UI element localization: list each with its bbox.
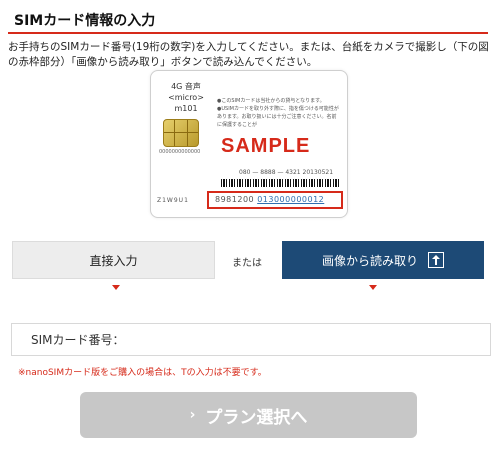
serial-number: 8981200 013000000012	[215, 195, 324, 204]
plan-select-label: プラン選択へ	[205, 407, 308, 428]
sim-card-notes: ●このSIMカードは当社からの貸与となります。●USIMカードを取り外す際に、指…	[217, 98, 339, 128]
sim-type-label: 4G 音声 <micro> m101	[161, 81, 211, 114]
section-header: SIMカード情報の入力	[8, 8, 488, 34]
sample-watermark: SAMPLE	[221, 135, 311, 157]
card-mark: Z1W9U1	[157, 197, 189, 204]
sim-number-input[interactable]	[12, 324, 490, 355]
chevron-right-icon: ›	[189, 407, 196, 423]
serial-prefix: 8981200	[215, 195, 255, 204]
sim-type-line3: m101	[174, 104, 198, 113]
plan-select-button[interactable]: › プラン選択へ	[80, 392, 417, 438]
sim-type-line1: 4G 音声	[171, 82, 201, 91]
sim-chip-icon	[163, 119, 199, 147]
read-from-image-label: 画像から読み取り	[321, 253, 418, 268]
direct-input-arrow-icon	[112, 285, 120, 290]
read-from-image-button[interactable]: 画像から読み取り	[282, 241, 484, 279]
chip-code: 0000000000000	[159, 149, 201, 155]
direct-input-label: 直接入力	[89, 253, 138, 268]
upload-icon	[428, 252, 444, 268]
nano-sim-note: ※nanoSIMカード版をご購入の場合は、Tの入力は不要です。	[18, 368, 267, 378]
or-label: または	[232, 258, 262, 269]
sim-type-line2: <micro>	[168, 93, 204, 102]
section-title: SIMカード情報の入力	[14, 13, 156, 29]
barcode	[221, 179, 341, 187]
intro-text: お手持ちのSIMカード番号(19桁の数字)を入力してください。または、台紙をカメ…	[8, 41, 489, 68]
phone-number-line: 080 — 8888 — 4321 20130521	[239, 169, 334, 176]
serial-selected: 013000000012	[257, 195, 325, 204]
serial-highlight-box: 8981200 013000000012	[207, 191, 343, 209]
direct-input-button[interactable]: 直接入力	[12, 241, 215, 279]
read-from-image-arrow-icon	[369, 285, 377, 290]
sim-card-illustration: 4G 音声 <micro> m101 0000000000000 ●このSIMカ…	[150, 70, 348, 218]
sim-number-field	[11, 323, 491, 356]
